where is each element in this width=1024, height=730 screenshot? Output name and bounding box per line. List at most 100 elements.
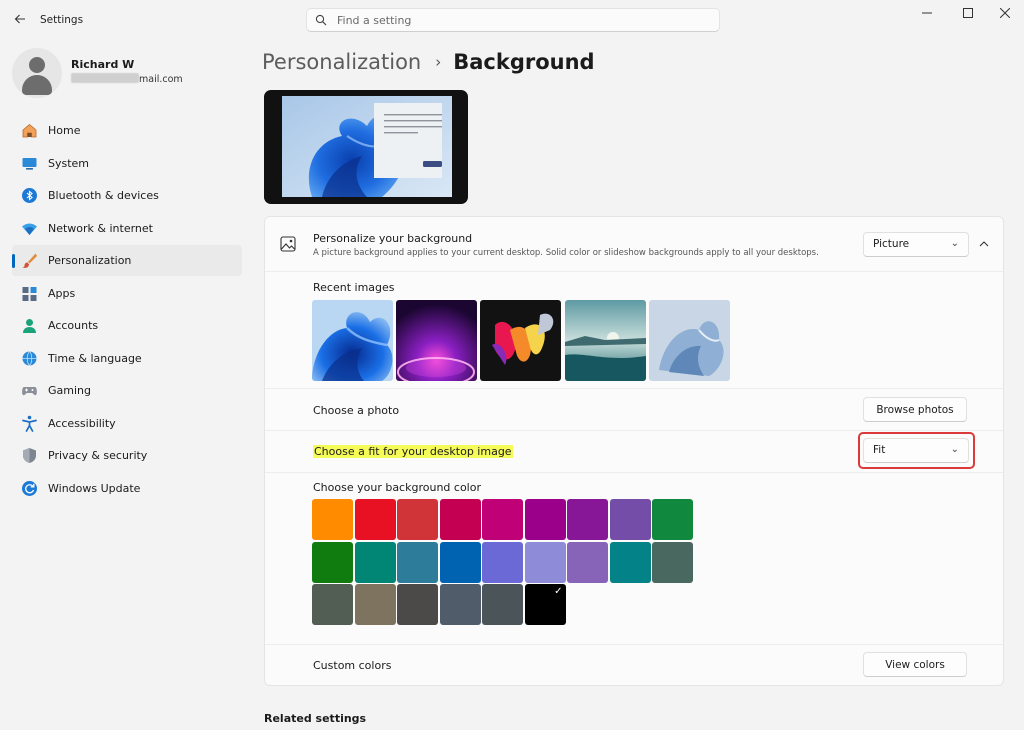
choose-photo-label: Choose a photo: [313, 404, 400, 417]
background-type-value: Picture: [873, 238, 910, 250]
row-divider: [265, 388, 1003, 389]
maximize-button[interactable]: [953, 4, 983, 22]
row-divider: [265, 430, 1003, 431]
personalization-icon: [22, 253, 37, 268]
bloom-blue-image: [312, 300, 393, 381]
sidebar-item-label: Privacy & security: [48, 449, 148, 462]
recent-images-label: Recent images: [313, 281, 395, 294]
color-swatch[interactable]: [397, 541, 438, 583]
sidebar-item-label: Network & internet: [48, 221, 153, 235]
light-blue-bloom-image: [649, 300, 730, 381]
sidebar-item-apps[interactable]: Apps: [12, 278, 242, 309]
row-divider: [265, 271, 1003, 272]
color-swatch[interactable]: [524, 499, 566, 540]
picture-icon: [280, 236, 296, 252]
recent-image-ribbon-colorful[interactable]: [480, 300, 561, 381]
accounts-icon: [23, 319, 36, 333]
color-swatch[interactable]: [524, 541, 566, 583]
color-swatch[interactable]: [609, 499, 651, 540]
gaming-icon: [22, 387, 37, 396]
row-divider: [265, 472, 1003, 473]
color-swatch[interactable]: [354, 584, 396, 625]
sidebar-item-network[interactable]: Network & internet: [12, 213, 242, 244]
color-swatch[interactable]: [439, 584, 481, 625]
color-swatch[interactable]: [312, 541, 353, 583]
breadcrumb-separator-icon: ›: [435, 53, 442, 71]
row-divider: [265, 644, 1003, 645]
color-swatch[interactable]: [312, 584, 353, 625]
personalize-background-title: Personalize your background: [313, 232, 473, 245]
sidebar-item-label: Home: [48, 124, 81, 137]
color-swatch[interactable]: [354, 541, 396, 583]
fit-dropdown[interactable]: Fit ⌄: [863, 438, 969, 463]
email-redaction: [71, 73, 139, 83]
color-swatch[interactable]: [609, 541, 651, 583]
sidebar-item-label: Apps: [48, 286, 76, 300]
background-type-dropdown[interactable]: Picture ⌄: [863, 232, 969, 257]
sidebar-item-home[interactable]: Home: [12, 115, 242, 146]
sidebar-item-accessibility[interactable]: Accessibility: [12, 408, 242, 439]
recent-image-bloom-blue[interactable]: [312, 300, 393, 381]
sidebar-item-personalization[interactable]: Personalization: [12, 245, 242, 276]
recent-image-lake-sunrise[interactable]: [565, 300, 646, 381]
user-name: Richard W: [71, 58, 135, 71]
chevron-down-icon: ⌄: [950, 238, 959, 249]
sidebar-item-privacy-security[interactable]: Privacy & security: [12, 440, 242, 471]
custom-colors-label: Custom colors: [313, 659, 392, 672]
background-color-label: Choose your background color: [313, 481, 481, 494]
color-swatch[interactable]: [439, 499, 481, 540]
color-swatch[interactable]: [354, 499, 396, 540]
color-swatch[interactable]: [482, 499, 523, 540]
color-swatch[interactable]: [567, 541, 608, 583]
search-icon: [315, 14, 327, 26]
privacy-shield-icon: [23, 448, 36, 463]
sidebar-item-accounts[interactable]: Accounts: [12, 310, 242, 341]
recent-image-bloom-light-blue[interactable]: [649, 300, 730, 381]
sidebar-nav: Home System Bluetooth & devices Network …: [12, 115, 242, 505]
color-swatch[interactable]: ✓: [524, 584, 566, 625]
sidebar-item-time-language[interactable]: Time & language: [12, 343, 242, 374]
sidebar-item-bluetooth[interactable]: Bluetooth & devices: [12, 180, 242, 211]
color-swatch[interactable]: [652, 541, 693, 583]
color-swatch[interactable]: [397, 499, 438, 540]
collapse-button[interactable]: [975, 236, 993, 252]
sidebar-item-label: Gaming: [48, 384, 91, 397]
windows-update-icon: [22, 480, 37, 496]
system-icon: [22, 157, 37, 170]
personalize-background-description: A picture background applies to your cur…: [313, 248, 819, 258]
maximize-icon: [963, 8, 973, 18]
sidebar-item-label: Accounts: [48, 319, 99, 332]
desktop-preview: [264, 90, 468, 204]
checkmark-icon: ✓: [554, 586, 563, 597]
search-input[interactable]: [337, 11, 707, 29]
view-colors-button[interactable]: View colors: [863, 652, 967, 677]
apps-icon: [22, 286, 37, 301]
search-box[interactable]: [306, 8, 720, 32]
sidebar-item-gaming[interactable]: Gaming: [12, 375, 242, 406]
sidebar-item-system[interactable]: System: [12, 148, 242, 179]
color-swatch[interactable]: [397, 584, 438, 625]
color-swatch[interactable]: [439, 541, 481, 583]
choose-fit-label-text: Choose a fit for your desktop image: [313, 445, 513, 458]
avatar-body-shape: [22, 75, 52, 95]
browse-photos-button[interactable]: Browse photos: [863, 397, 967, 422]
color-swatch[interactable]: [482, 584, 523, 625]
close-button[interactable]: [990, 4, 1020, 22]
user-email: mail.com: [71, 73, 183, 85]
minimize-button[interactable]: [912, 4, 942, 22]
sidebar-item-label: Windows Update: [48, 481, 141, 495]
breadcrumb-parent[interactable]: Personalization: [262, 50, 421, 74]
network-icon: [22, 223, 37, 235]
background-settings-card: Personalize your background A picture ba…: [264, 216, 1004, 686]
color-swatch[interactable]: [312, 499, 353, 540]
recent-image-bloom-purple-glow[interactable]: [396, 300, 477, 381]
sidebar-item-windows-update[interactable]: Windows Update: [12, 473, 242, 504]
choose-fit-label: Choose a fit for your desktop image: [313, 445, 513, 458]
color-swatch[interactable]: [652, 499, 693, 540]
colorful-ribbon-image: [480, 300, 561, 381]
color-swatch[interactable]: [482, 541, 523, 583]
title-bar: Settings: [0, 0, 1024, 40]
bluetooth-icon: [22, 188, 37, 203]
color-swatch[interactable]: [567, 499, 608, 540]
back-button[interactable]: [10, 9, 30, 29]
